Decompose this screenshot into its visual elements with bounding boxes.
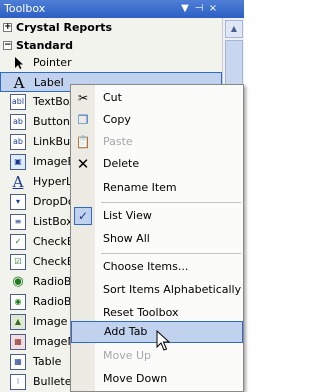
- menu-item-move-down[interactable]: Move Down: [71, 368, 243, 390]
- image-icon: ▲: [10, 314, 26, 330]
- table-icon: ▦: [10, 354, 26, 370]
- tool-label: Button: [33, 115, 70, 128]
- window-position-dropdown-icon[interactable]: ▼: [178, 2, 192, 16]
- tool-label: ImageB: [33, 155, 75, 168]
- menu-item-label: Reset Toolbox: [103, 306, 179, 319]
- menu-item-list-view[interactable]: ✓ List View: [71, 205, 243, 227]
- tool-label: DropDo: [33, 195, 75, 208]
- expand-icon[interactable]: +: [3, 23, 12, 32]
- menu-item-label: List View: [103, 209, 152, 222]
- textbox-icon: abl: [10, 94, 26, 110]
- checkmark-icon: ✓: [74, 207, 92, 225]
- scroll-up-arrow-icon[interactable]: ▲: [225, 20, 243, 38]
- category-label: Standard: [16, 39, 74, 52]
- radiobuttonlist-icon: ◉: [10, 294, 26, 310]
- toolbox-title-bar[interactable]: Toolbox ▼ ⊣ ×: [0, 0, 244, 18]
- checkbox-icon: ✓: [10, 234, 26, 250]
- label-icon: A: [13, 74, 25, 92]
- delete-icon: ✕: [76, 155, 90, 173]
- menu-item-label: Choose Items...: [103, 260, 189, 273]
- mouse-cursor-icon: [156, 330, 171, 351]
- close-icon[interactable]: ×: [206, 2, 220, 16]
- menu-item-label: Delete: [103, 157, 140, 170]
- tool-pointer[interactable]: Pointer: [0, 53, 222, 73]
- tool-label: Label: [34, 76, 64, 89]
- pointer-icon: [10, 55, 26, 71]
- menu-item-show-all[interactable]: Show All: [71, 228, 243, 250]
- menu-item-sort-alphabetically[interactable]: Sort Items Alphabetically: [71, 279, 243, 301]
- menu-item-label: Show All: [103, 232, 150, 245]
- menu-item-label: Sort Items Alphabetically: [103, 283, 242, 296]
- tool-label: Image: [33, 315, 68, 328]
- dropdownlist-icon: ▾: [10, 194, 26, 210]
- menu-item-copy[interactable]: ❐ Copy: [71, 109, 243, 131]
- auto-hide-pin-icon[interactable]: ⊣: [192, 2, 206, 16]
- menu-item-label: Rename Item: [103, 181, 177, 194]
- checkboxlist-icon: ☑: [10, 254, 26, 270]
- toolbox-title: Toolbox: [4, 2, 46, 15]
- tool-label: Pointer: [33, 56, 72, 69]
- tool-label: ListBox: [33, 215, 73, 228]
- cut-icon: ✂: [77, 91, 89, 105]
- imagebutton-icon: ▣: [10, 154, 26, 170]
- menu-item-label: Paste: [103, 135, 133, 148]
- tool-label: HyperLi: [33, 175, 76, 188]
- menu-item-label: Move Down: [103, 372, 168, 385]
- menu-item-label: Add Tab: [104, 325, 148, 338]
- collapse-icon[interactable]: −: [3, 41, 12, 50]
- linkbutton-icon: ab: [10, 134, 26, 150]
- menu-item-label: Move Up: [103, 349, 152, 362]
- category-label: Crystal Reports: [16, 21, 113, 34]
- menu-separator: [101, 202, 241, 203]
- radiobutton-icon: ◉: [12, 274, 24, 289]
- menu-item-paste[interactable]: 📋 Paste: [71, 131, 243, 153]
- menu-item-cut[interactable]: ✂ Cut: [71, 87, 243, 109]
- listbox-icon: ≡: [10, 214, 26, 230]
- menu-item-choose-items[interactable]: Choose Items...: [71, 256, 243, 278]
- category-crystal-reports[interactable]: + Crystal Reports: [0, 19, 222, 37]
- bulletedlist-icon: ⁝: [10, 374, 26, 390]
- menu-separator: [101, 253, 241, 254]
- menu-item-rename-item[interactable]: Rename Item: [71, 177, 243, 199]
- imagemap-icon: ▦: [10, 334, 26, 350]
- button-icon: ab: [10, 114, 26, 130]
- hyperlink-icon: A: [12, 173, 24, 191]
- copy-icon: ❐: [77, 113, 89, 127]
- paste-icon: 📋: [75, 135, 91, 149]
- menu-item-delete[interactable]: ✕ Delete: [71, 153, 243, 175]
- menu-item-label: Cut: [103, 91, 122, 104]
- tool-label: Table: [33, 355, 62, 368]
- menu-item-label: Copy: [103, 113, 131, 126]
